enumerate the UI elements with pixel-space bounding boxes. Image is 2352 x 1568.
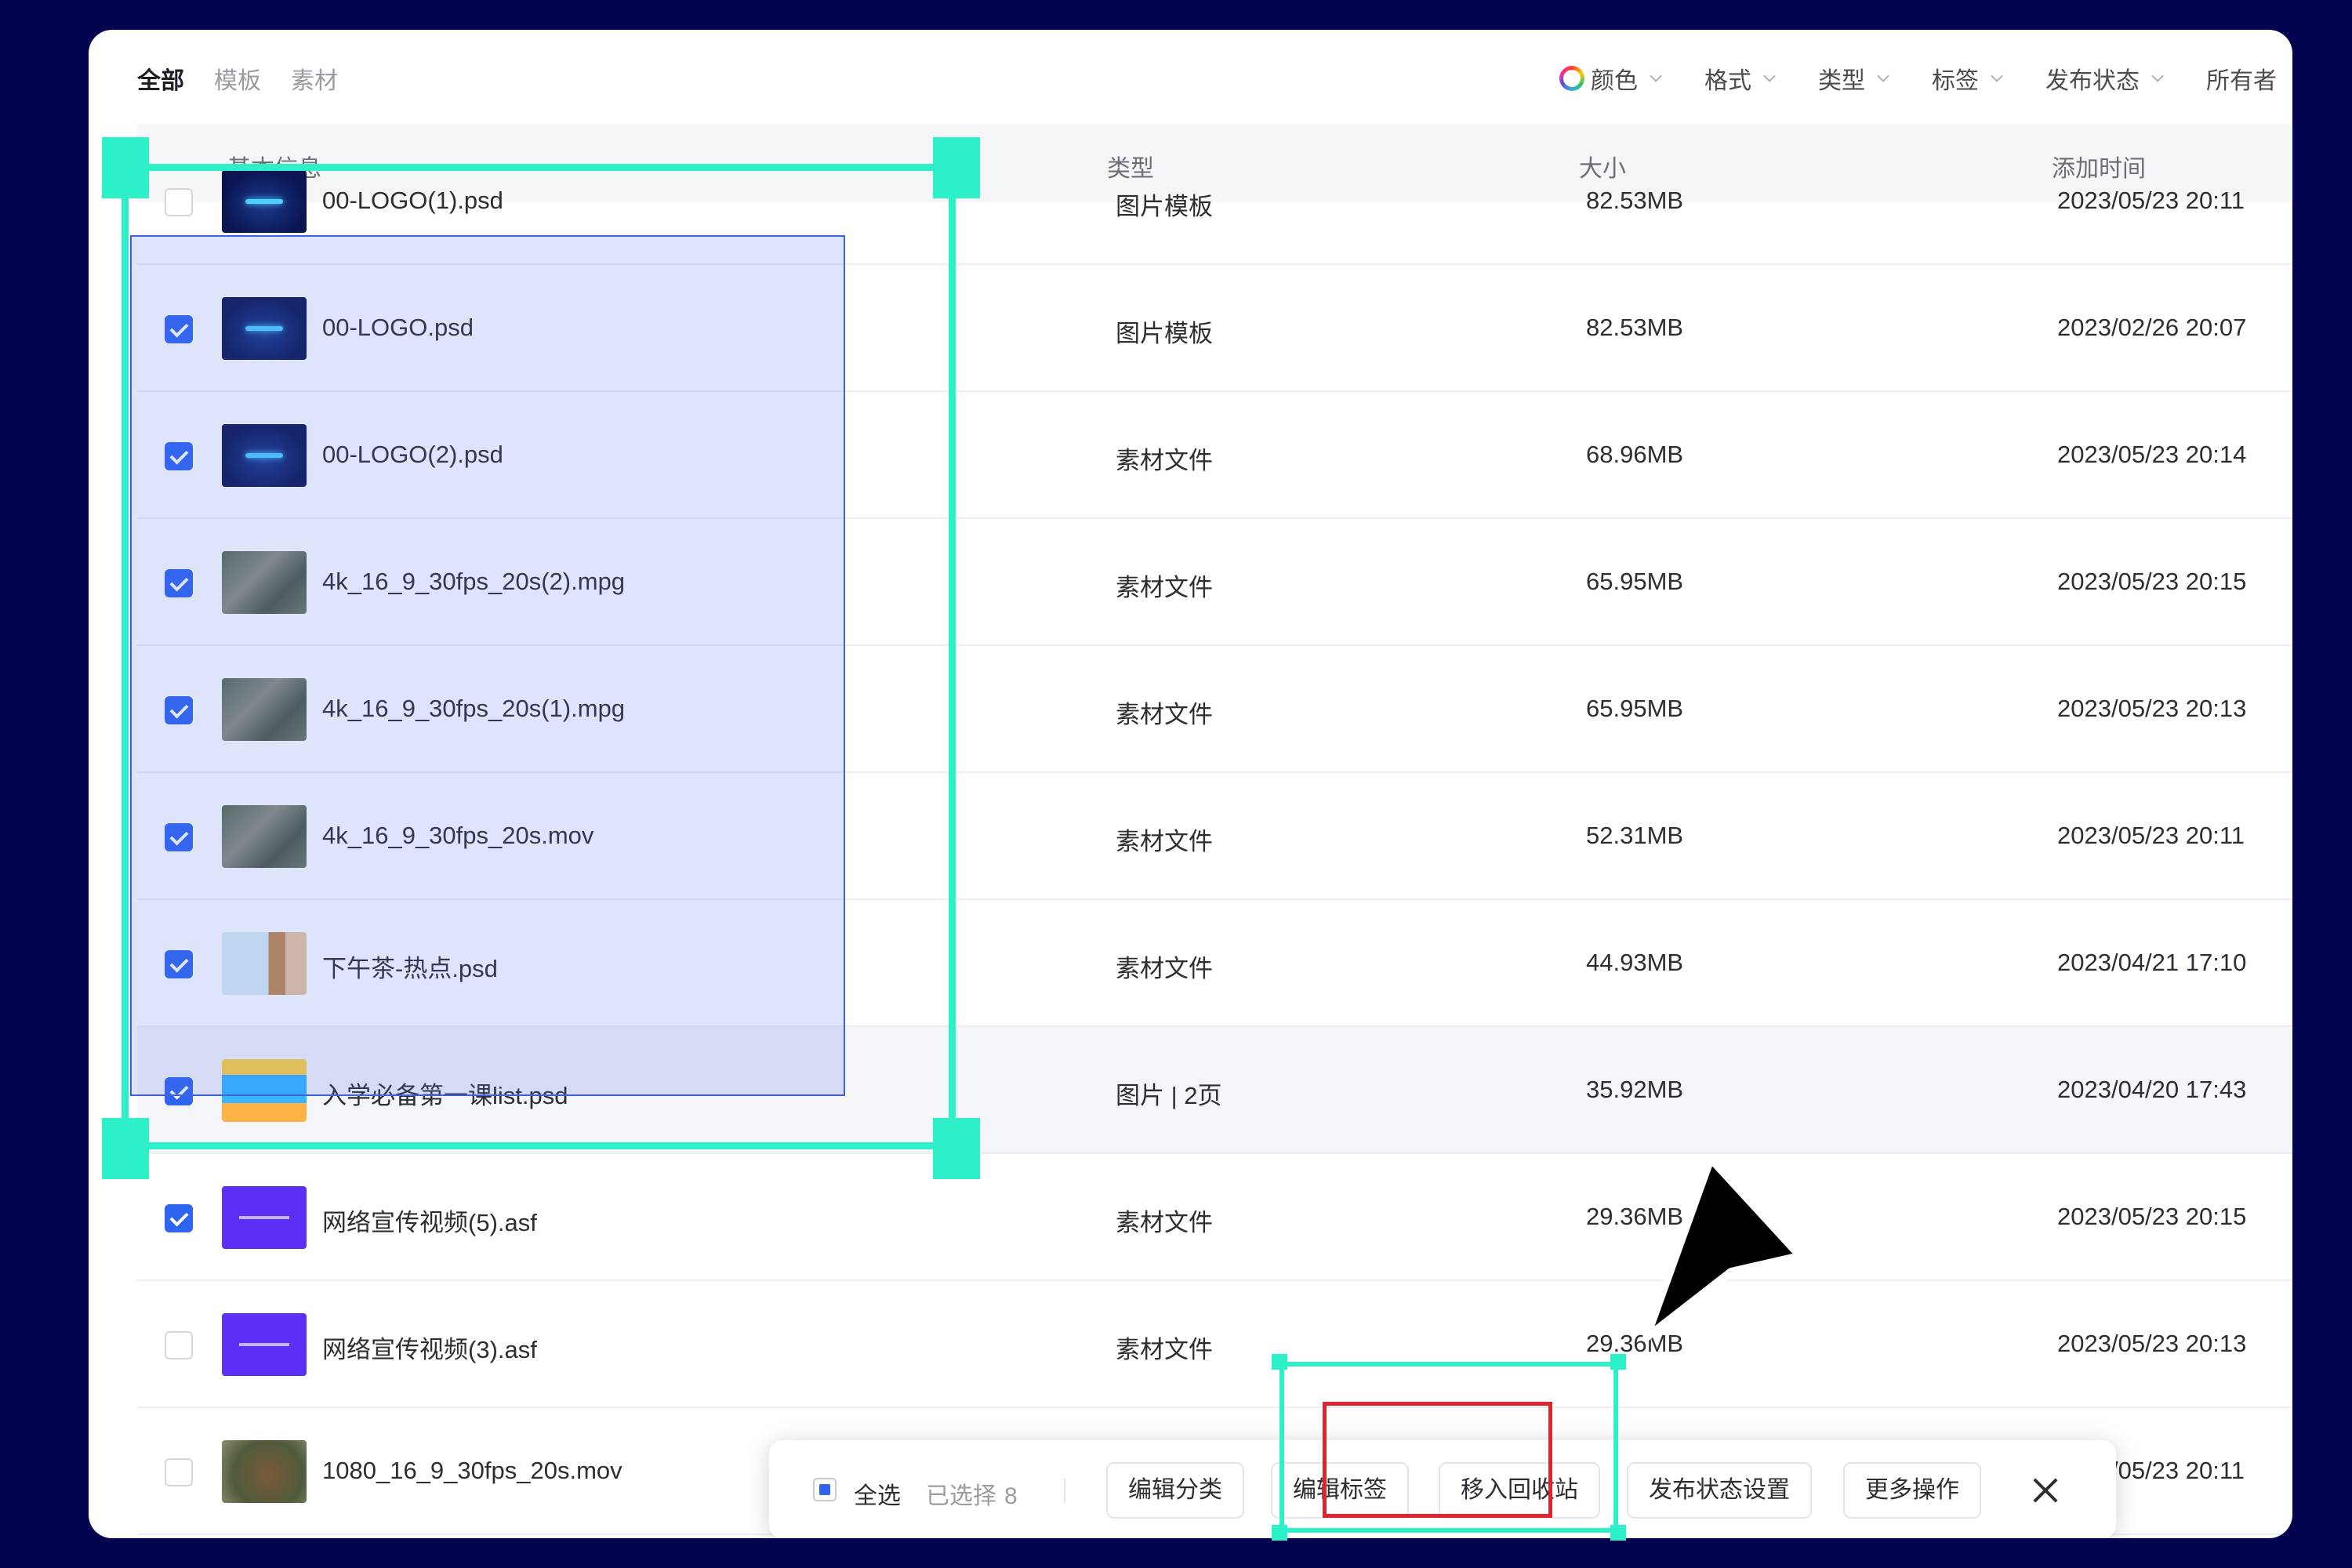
filter-type-label: 类型 xyxy=(1818,68,1865,94)
chevron-down-icon xyxy=(1877,69,1889,82)
file-size: 82.53MB xyxy=(1586,187,1684,214)
file-added-time: 2023/05/23 20:15 xyxy=(2057,1203,2247,1230)
chevron-down-icon xyxy=(1650,69,1662,82)
file-added-time: 2023/02/26 20:07 xyxy=(2057,314,2247,341)
tab-materials[interactable]: 素材 xyxy=(291,61,338,96)
selected-count-label: 已选择 xyxy=(926,1483,996,1509)
file-size: 52.31MB xyxy=(1586,822,1684,849)
selected-count: 已选择 8 xyxy=(926,1476,1018,1511)
file-name[interactable]: 网络宣传视频(5).asf xyxy=(322,1203,537,1238)
file-size: 35.92MB xyxy=(1586,1076,1684,1103)
file-name[interactable]: 网络宣传视频(3).asf xyxy=(322,1330,537,1365)
file-added-time: 2023/05/23 20:13 xyxy=(2057,1330,2247,1357)
divider xyxy=(1064,1478,1065,1503)
category-tabs: 全部 模板 素材 xyxy=(137,61,338,96)
filter-tag-label: 标签 xyxy=(1932,68,1979,94)
chevron-down-icon xyxy=(1991,69,2003,82)
chevron-down-icon xyxy=(1763,69,1776,82)
file-added-time: 2023/05/23 20:13 xyxy=(2057,695,2247,722)
row-checkbox[interactable] xyxy=(165,1204,193,1232)
file-added-time: 2023/05/23 20:11 xyxy=(2057,187,2245,214)
close-icon[interactable] xyxy=(2027,1472,2064,1509)
selected-count-value: 8 xyxy=(1004,1483,1018,1509)
select-all-label[interactable]: 全选 xyxy=(854,1476,901,1511)
file-size: 65.95MB xyxy=(1586,695,1684,722)
filter-type[interactable]: 类型 xyxy=(1818,61,1889,96)
edit-category-button[interactable]: 编辑分类 xyxy=(1106,1462,1244,1519)
table-row[interactable]: 网络宣传视频(5).asf 素材文件 29.36MB 2023/05/23 20… xyxy=(137,1154,2292,1281)
filter-tag[interactable]: 标签 xyxy=(1932,61,2003,96)
filter-bar: 颜色 格式 类型 标签 发布状态 所有者 xyxy=(1559,61,2277,96)
file-added-time: 2023/05/23 20:15 xyxy=(2057,568,2247,595)
frame-handle-bottom-right xyxy=(1610,1525,1626,1541)
file-type: 素材文件 xyxy=(1116,701,1213,728)
frame-handle-top-right xyxy=(1610,1354,1626,1370)
file-type: 图片模板 xyxy=(1116,193,1213,220)
filter-publish-status-label: 发布状态 xyxy=(2045,68,2140,94)
publish-settings-button[interactable]: 发布状态设置 xyxy=(1627,1462,1812,1519)
chevron-down-icon xyxy=(2151,69,2164,82)
file-type: 图片 | 2页 xyxy=(1116,1082,1222,1109)
filter-owner-label: 所有者 xyxy=(2206,68,2277,94)
table-row[interactable]: 网络宣传视频(3).asf 素材文件 29.36MB 2023/05/23 20… xyxy=(137,1281,2292,1408)
selection-highlight-frame xyxy=(122,164,956,1149)
file-size: 68.96MB xyxy=(1586,441,1684,468)
file-type: 素材文件 xyxy=(1116,828,1213,855)
filter-format[interactable]: 格式 xyxy=(1704,61,1776,96)
row-checkbox[interactable] xyxy=(165,1458,193,1486)
frame-handle-top-right xyxy=(933,137,980,198)
file-type: 素材文件 xyxy=(1116,447,1213,474)
file-size: 44.93MB xyxy=(1586,949,1684,976)
file-added-time: 2023/05/23 20:14 xyxy=(2057,441,2247,468)
file-type: 素材文件 xyxy=(1116,1209,1213,1236)
file-size: 65.95MB xyxy=(1586,568,1684,595)
frame-handle-bottom-right xyxy=(933,1118,980,1179)
more-actions-button[interactable]: 更多操作 xyxy=(1843,1462,1981,1519)
file-added-time: 2023/05/23 20:11 xyxy=(2057,822,2245,849)
filter-format-label: 格式 xyxy=(1704,68,1751,94)
file-added-time: 2023/04/21 17:10 xyxy=(2057,949,2247,976)
target-button-highlight xyxy=(1323,1402,1552,1518)
file-thumbnail xyxy=(222,1186,307,1249)
file-thumbnail xyxy=(222,1313,307,1376)
frame-handle-bottom-left xyxy=(1272,1525,1287,1541)
filter-publish-status[interactable]: 发布状态 xyxy=(2045,61,2164,96)
file-thumbnail xyxy=(222,1440,307,1503)
tab-all[interactable]: 全部 xyxy=(137,61,184,96)
frame-handle-bottom-left xyxy=(102,1118,149,1179)
mouse-cursor-icon xyxy=(1642,1155,1804,1341)
frame-handle-top-left xyxy=(102,137,149,198)
file-type: 素材文件 xyxy=(1116,1336,1213,1363)
filter-color-label: 颜色 xyxy=(1591,68,1638,94)
file-name[interactable]: 1080_16_9_30fps_20s.mov xyxy=(322,1457,622,1485)
file-type: 素材文件 xyxy=(1116,955,1213,982)
file-size: 82.53MB xyxy=(1586,314,1684,341)
filter-color[interactable]: 颜色 xyxy=(1559,61,1662,96)
file-type: 图片模板 xyxy=(1116,320,1213,347)
color-wheel-icon xyxy=(1559,66,1584,91)
filter-owner[interactable]: 所有者 xyxy=(2206,61,2277,96)
tab-templates[interactable]: 模板 xyxy=(214,61,261,96)
frame-handle-top-left xyxy=(1272,1354,1287,1370)
file-type: 素材文件 xyxy=(1116,574,1213,601)
select-all-checkbox[interactable] xyxy=(813,1478,837,1501)
file-added-time: 2023/04/20 17:43 xyxy=(2057,1076,2247,1103)
row-checkbox[interactable] xyxy=(165,1331,193,1359)
